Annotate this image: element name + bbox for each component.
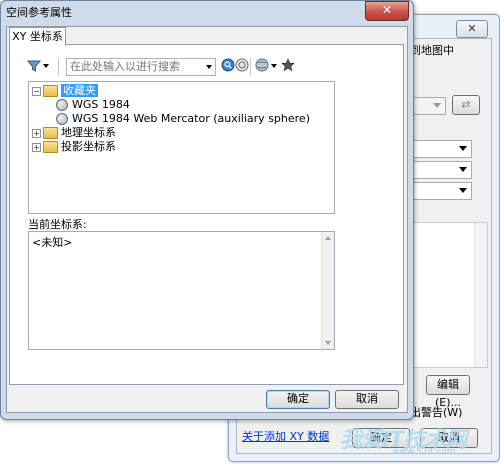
favorite-add-icon[interactable] — [280, 58, 296, 74]
dialog-title: 空间参考属性 — [6, 6, 72, 19]
tree-node-label: 地理坐标系 — [61, 126, 116, 139]
globe-dropdown-arrow-icon[interactable] — [271, 64, 277, 68]
background-list-scrollbar[interactable] — [474, 223, 487, 367]
background-list-panel — [410, 222, 488, 368]
search-box[interactable] — [66, 58, 216, 76]
scroll-up-icon[interactable] — [325, 236, 331, 240]
tree-node-label: WGS 1984 Web Mercator (auxiliary sphere) — [72, 112, 310, 125]
search-input[interactable] — [67, 59, 200, 73]
tree-node-projected[interactable]: + 投影坐标系 — [32, 140, 116, 154]
expand-icon[interactable]: + — [32, 142, 41, 152]
scroll-down-icon[interactable] — [325, 341, 331, 345]
background-combo-2[interactable] — [410, 161, 472, 179]
background-edit-button[interactable]: 编辑(E)... — [426, 375, 470, 409]
background-map-text: 到地图中 — [410, 44, 454, 57]
current-coordinate-system-box[interactable]: <未知> — [28, 231, 335, 350]
current-coordinate-system-value: <未知> — [32, 236, 73, 249]
filter-dropdown-arrow-icon[interactable] — [43, 64, 49, 68]
globe-search-icon[interactable] — [234, 58, 250, 74]
current-coordinate-system-label: 当前坐标系: — [28, 218, 87, 231]
folder-open-icon — [43, 85, 58, 97]
tree-node-label: WGS 1984 — [72, 98, 130, 111]
globe-icon[interactable] — [254, 58, 270, 74]
expand-icon[interactable]: + — [32, 128, 41, 138]
globe-icon — [56, 99, 68, 111]
tree-node-web-mercator[interactable]: WGS 1984 Web Mercator (auxiliary sphere) — [56, 112, 310, 126]
dialog-close-button[interactable]: ✕ — [365, 1, 409, 21]
background-swap-button[interactable]: ⇄ — [452, 95, 480, 115]
tree-node-label: 收藏夹 — [61, 84, 98, 97]
background-combo-1[interactable] — [410, 140, 472, 158]
watermark-url: www.52it.com — [392, 447, 456, 457]
background-combo-disabled[interactable] — [410, 97, 446, 115]
toolbar-divider — [250, 58, 251, 75]
folder-icon — [43, 141, 58, 153]
tree-node-wgs1984[interactable]: WGS 1984 — [56, 98, 130, 112]
background-combo-3[interactable] — [410, 182, 472, 200]
tree-node-favorites[interactable]: − 收藏夹 — [32, 84, 98, 98]
tree-node-geographic[interactable]: + 地理坐标系 — [32, 126, 116, 140]
collapse-icon[interactable]: − — [32, 86, 41, 96]
background-window-close-button[interactable]: ✕ — [456, 20, 488, 38]
background-help-link[interactable]: 关于添加 XY 数据 — [242, 428, 329, 444]
tree-node-label: 投影坐标系 — [61, 140, 116, 153]
filter-icon[interactable] — [26, 58, 42, 74]
tab-xy-coordinate-system[interactable]: XY 坐标系 — [9, 27, 66, 46]
cancel-button[interactable]: 取消 — [335, 390, 399, 409]
background-warning-text: 出警告(W) — [410, 406, 463, 419]
current-box-scrollbar[interactable] — [321, 232, 334, 349]
coordinate-system-tree: − 收藏夹 WGS 1984 WGS 1984 Web Mercator (aux… — [28, 81, 335, 214]
folder-icon — [43, 127, 58, 139]
toolbar-divider — [58, 58, 59, 75]
ok-button[interactable]: 确定 — [266, 390, 330, 409]
globe-icon — [56, 113, 68, 125]
